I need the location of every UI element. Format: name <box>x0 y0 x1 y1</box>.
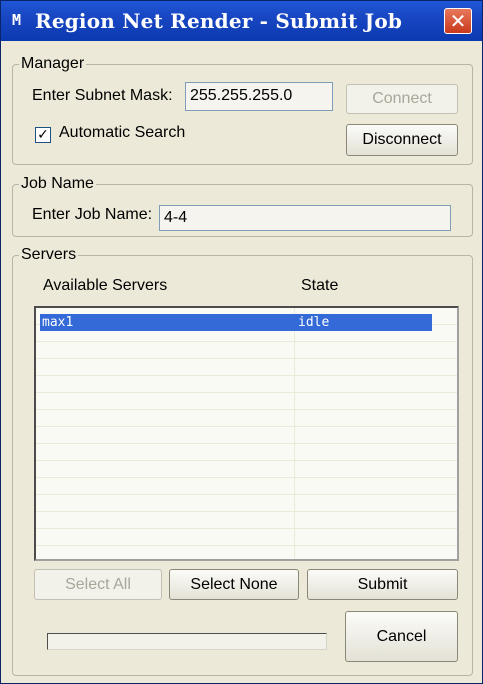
checkmark-icon: ✓ <box>37 127 49 143</box>
servers-list[interactable]: max1 idle <box>34 306 459 561</box>
submit-button[interactable]: Submit <box>307 569 458 600</box>
server-name: max1 <box>42 315 74 330</box>
servers-legend: Servers <box>21 246 77 263</box>
job-name-input[interactable]: 4-4 <box>159 205 451 231</box>
column-divider <box>294 308 295 559</box>
app-logo-icon: M <box>12 11 22 29</box>
close-icon: ✕ <box>449 9 467 33</box>
server-state: idle <box>298 315 330 330</box>
window-title: Region Net Render - Submit Job <box>35 9 403 33</box>
server-row[interactable]: max1 idle <box>40 314 432 331</box>
disconnect-button[interactable]: Disconnect <box>346 124 458 156</box>
connect-button[interactable]: Connect <box>346 84 458 114</box>
select-none-button[interactable]: Select None <box>169 569 299 600</box>
cancel-button[interactable]: Cancel <box>345 611 458 662</box>
progress-bar <box>47 633 327 650</box>
job-name-legend: Job Name <box>21 175 94 192</box>
submit-job-dialog: M Region Net Render - Submit Job ✕ Manag… <box>0 0 483 684</box>
state-header[interactable]: State <box>301 277 338 295</box>
subnet-mask-label: Enter Subnet Mask: <box>32 87 173 104</box>
manager-legend: Manager <box>21 55 85 72</box>
close-button[interactable]: ✕ <box>444 8 472 34</box>
subnet-mask-input[interactable]: 255.255.255.0 <box>185 82 333 111</box>
automatic-search-label: Automatic Search <box>59 124 186 141</box>
title-bar[interactable]: M Region Net Render - Submit Job ✕ <box>1 1 482 41</box>
select-all-button[interactable]: Select All <box>34 569 162 600</box>
job-name-label: Enter Job Name: <box>32 206 153 223</box>
automatic-search-checkbox[interactable]: ✓ <box>35 127 51 143</box>
available-servers-header[interactable]: Available Servers <box>43 277 167 295</box>
